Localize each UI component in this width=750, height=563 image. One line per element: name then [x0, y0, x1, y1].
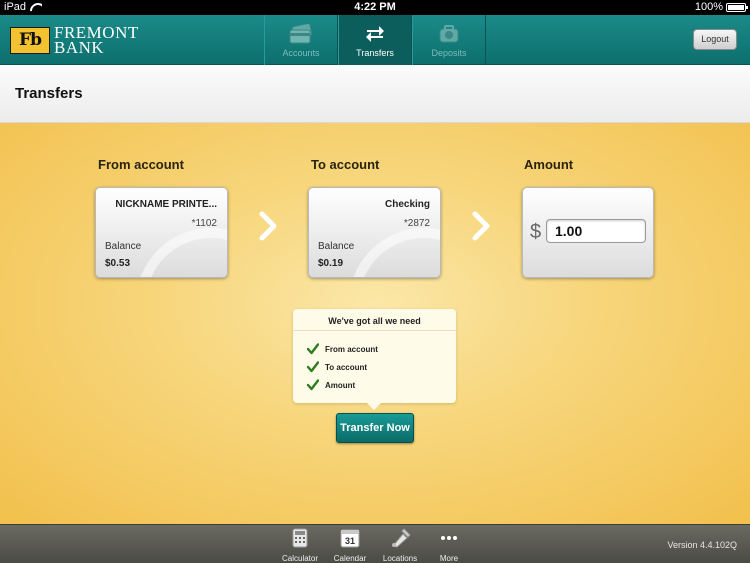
checklist-panel: We've got all we need From account To ac… — [293, 309, 456, 410]
more-button[interactable]: More — [425, 528, 473, 563]
transfer-panel: From account To account Amount NICKNAME … — [0, 123, 750, 524]
tab-label-transfers: Transfers — [356, 48, 394, 58]
locations-icon — [376, 528, 424, 548]
status-bar: iPad 4:22 PM 100% — [0, 0, 750, 15]
transfers-icon — [339, 24, 411, 46]
checklist-item: From account — [307, 343, 378, 355]
more-icon — [425, 528, 473, 548]
page-title: Transfers — [15, 85, 83, 102]
to-account-label: To account — [311, 157, 380, 172]
checklist-item-label: From account — [325, 344, 378, 354]
tab-deposits[interactable]: Deposits — [412, 15, 486, 65]
to-account-name: Checking — [384, 199, 430, 210]
transfer-now-button[interactable]: Transfer Now — [336, 413, 414, 443]
accounts-icon — [265, 24, 337, 46]
to-account-number: *2872 — [403, 218, 430, 229]
to-account-card[interactable]: Checking *2872 Balance $0.19 — [308, 187, 441, 278]
checkmark-icon — [307, 379, 319, 391]
from-account-card[interactable]: NICKNAME PRINTE... *1102 Balance $0.53 — [95, 187, 228, 278]
locations-button[interactable]: Locations — [376, 528, 424, 563]
calendar-button[interactable]: 31 Calendar — [326, 528, 374, 563]
locations-label: Locations — [382, 554, 418, 563]
checklist-item: Amount — [307, 379, 355, 391]
logo-line-2: BANK — [54, 38, 105, 57]
tab-transfers[interactable]: Transfers — [338, 15, 412, 65]
calendar-icon: 31 — [326, 528, 374, 548]
amount-label: Amount — [524, 157, 574, 172]
bottom-toolbar: Calculator 31 Calendar Locations More Ve… — [0, 524, 750, 563]
calculator-button[interactable]: Calculator — [276, 528, 324, 563]
calendar-badge: 31 — [345, 536, 355, 546]
version-label: Version 4.4.102Q — [667, 540, 737, 550]
checklist-item-label: To account — [325, 362, 368, 372]
from-account-label: From account — [98, 157, 184, 172]
logo-mark: Fb — [10, 26, 50, 54]
tab-label-accounts: Accounts — [282, 48, 320, 58]
fremont-bank-logo: Fb FREMONT BANK — [10, 24, 139, 57]
app-header: Fb FREMONT BANK Accounts Transfers Depos… — [0, 15, 750, 65]
from-balance-label: Balance — [105, 241, 142, 252]
chevron-right-icon — [472, 211, 490, 241]
logout-button[interactable]: Logout — [693, 29, 737, 50]
checkmark-icon — [307, 343, 319, 355]
title-bar: Transfers — [0, 65, 750, 123]
amount-card: $ — [522, 187, 654, 278]
checklist-item: To account — [307, 361, 367, 373]
checklist-heading: We've got all we need — [328, 316, 421, 326]
battery-percent: 100% — [694, 1, 723, 13]
logo-text: FREMONT BANK — [54, 24, 139, 57]
calculator-label: Calculator — [281, 554, 318, 563]
tab-accounts[interactable]: Accounts — [264, 15, 338, 65]
checkmark-icon — [307, 361, 319, 373]
from-account-name: NICKNAME PRINTE... — [115, 199, 217, 210]
from-account-number: *1102 — [191, 218, 217, 229]
checklist-item-label: Amount — [325, 380, 356, 390]
from-balance-value: $0.53 — [105, 258, 131, 269]
amount-input[interactable] — [546, 219, 646, 243]
main-nav: Accounts Transfers Deposits — [264, 15, 486, 65]
calculator-icon — [276, 528, 324, 548]
more-label: More — [439, 554, 459, 563]
chevron-right-icon — [259, 211, 277, 241]
currency-symbol: $ — [530, 221, 542, 243]
to-balance-label: Balance — [318, 241, 355, 252]
checklist-divider — [293, 330, 456, 331]
deposits-icon — [413, 24, 485, 46]
to-balance-value: $0.19 — [318, 258, 344, 269]
clock: 4:22 PM — [354, 1, 396, 13]
calendar-label: Calendar — [333, 554, 367, 563]
battery-icon — [726, 2, 748, 12]
tab-label-deposits: Deposits — [431, 48, 467, 58]
